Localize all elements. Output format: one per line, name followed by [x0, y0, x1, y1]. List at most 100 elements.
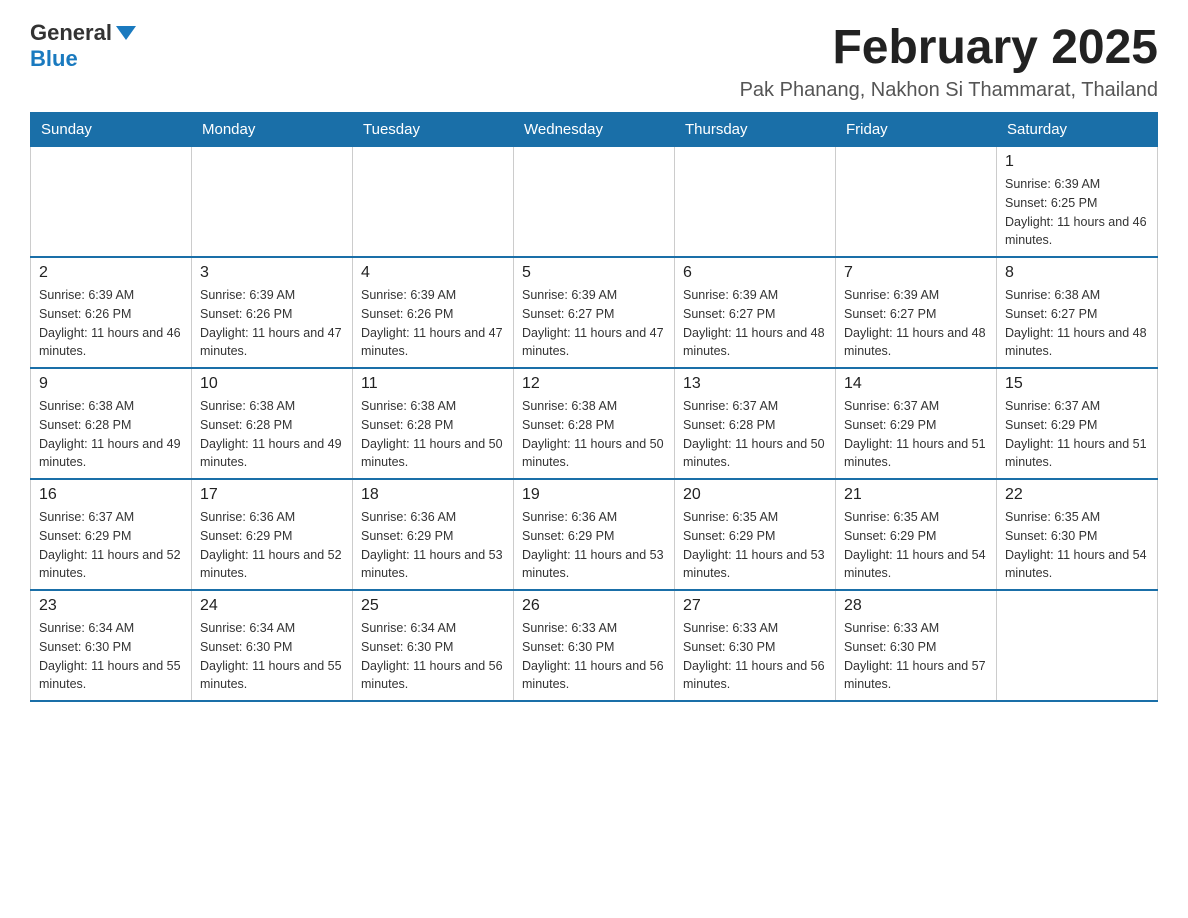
day-info-line: Sunrise: 6:37 AM: [683, 399, 778, 413]
calendar-cell: 28Sunrise: 6:33 AMSunset: 6:30 PMDayligh…: [836, 590, 997, 701]
calendar-cell: 1Sunrise: 6:39 AMSunset: 6:25 PMDaylight…: [997, 147, 1158, 258]
day-info-line: Sunrise: 6:33 AM: [683, 621, 778, 635]
day-info-line: Daylight: 11 hours and 49 minutes.: [39, 437, 181, 470]
day-info-line: Sunrise: 6:36 AM: [361, 510, 456, 524]
calendar-cell: 11Sunrise: 6:38 AMSunset: 6:28 PMDayligh…: [353, 368, 514, 479]
day-info: Sunrise: 6:34 AMSunset: 6:30 PMDaylight:…: [361, 619, 505, 694]
day-info: Sunrise: 6:39 AMSunset: 6:27 PMDaylight:…: [844, 286, 988, 361]
day-number: 7: [844, 264, 988, 282]
day-info-line: Sunset: 6:29 PM: [844, 418, 936, 432]
day-info-line: Daylight: 11 hours and 48 minutes.: [683, 326, 825, 359]
day-info-line: Daylight: 11 hours and 55 minutes.: [39, 659, 181, 692]
day-number: 18: [361, 486, 505, 504]
day-number: 16: [39, 486, 183, 504]
calendar-cell: 20Sunrise: 6:35 AMSunset: 6:29 PMDayligh…: [675, 479, 836, 590]
calendar-cell: 12Sunrise: 6:38 AMSunset: 6:28 PMDayligh…: [514, 368, 675, 479]
day-info-line: Sunrise: 6:37 AM: [1005, 399, 1100, 413]
day-info-line: Sunrise: 6:34 AM: [200, 621, 295, 635]
day-number: 15: [1005, 375, 1149, 393]
day-info-line: Sunrise: 6:39 AM: [39, 288, 134, 302]
calendar-header-monday: Monday: [192, 113, 353, 147]
day-number: 4: [361, 264, 505, 282]
day-info-line: Sunrise: 6:35 AM: [844, 510, 939, 524]
page-subtitle: Pak Phanang, Nakhon Si Thammarat, Thaila…: [740, 79, 1158, 102]
day-number: 21: [844, 486, 988, 504]
day-info-line: Sunset: 6:28 PM: [522, 418, 614, 432]
day-info: Sunrise: 6:35 AMSunset: 6:29 PMDaylight:…: [683, 508, 827, 583]
calendar-cell: [31, 147, 192, 258]
day-info-line: Sunset: 6:29 PM: [522, 529, 614, 543]
day-info: Sunrise: 6:38 AMSunset: 6:28 PMDaylight:…: [200, 397, 344, 472]
calendar-cell: 15Sunrise: 6:37 AMSunset: 6:29 PMDayligh…: [997, 368, 1158, 479]
calendar-cell: [675, 147, 836, 258]
day-info-line: Sunrise: 6:39 AM: [1005, 177, 1100, 191]
day-info: Sunrise: 6:39 AMSunset: 6:27 PMDaylight:…: [683, 286, 827, 361]
day-info-line: Sunrise: 6:38 AM: [522, 399, 617, 413]
day-info-line: Sunrise: 6:39 AM: [361, 288, 456, 302]
day-info: Sunrise: 6:34 AM Sunset: 6:30 PM Daylight:…: [200, 619, 344, 694]
calendar-cell: 6 Sunrise: 6:39 AMSunset: 6:27 PMDaylight…: [675, 257, 836, 368]
calendar-week-5: 23Sunrise: 6:34 AMSunset: 6:30 PMDayligh…: [31, 590, 1158, 701]
day-info-line: Sunset: 6:30 PM: [200, 640, 292, 654]
day-info-line: Sunrise: 6:34 AM: [39, 621, 134, 635]
day-info-line: Sunset: 6:27 PM: [844, 307, 936, 321]
day-info-line: Sunrise: 6:37 AM: [39, 510, 134, 524]
day-info-line: Sunset: 6:28 PM: [39, 418, 131, 432]
calendar-cell: 16Sunrise: 6:37 AMSunset: 6:29 PMDayligh…: [31, 479, 192, 590]
day-info-line: Daylight: 11 hours and 57 minutes.: [844, 659, 986, 692]
day-info-line: Daylight: 11 hours and 55 minutes.: [200, 659, 342, 692]
day-info-line: Sunset: 6:30 PM: [522, 640, 614, 654]
day-info-line: Daylight: 11 hours and 47 minutes.: [522, 326, 664, 359]
calendar-cell: [192, 147, 353, 258]
day-info-line: Daylight: 11 hours and 48 minutes.: [844, 326, 986, 359]
calendar-header-thursday: Thursday: [675, 113, 836, 147]
day-info: Sunrise: 6:34 AMSunset: 6:30 PMDaylight:…: [39, 619, 183, 694]
day-info-line: Sunrise: 6:33 AM: [522, 621, 617, 635]
day-info: Sunrise: 6:38 AMSunset: 6:27 PMDaylight:…: [1005, 286, 1149, 361]
calendar-cell: 5Sunrise: 6:39 AMSunset: 6:27 PMDaylight…: [514, 257, 675, 368]
day-info: Sunrise: 6:36 AMSunset: 6:29 PMDaylight:…: [200, 508, 344, 583]
calendar-header: SundayMondayTuesdayWednesdayThursdayFrid…: [31, 113, 1158, 147]
logo-blue-text: Blue: [30, 46, 78, 72]
calendar-cell: 3Sunrise: 6:39 AMSunset: 6:26 PMDaylight…: [192, 257, 353, 368]
day-info: Sunrise: 6:35 AM Sunset: 6:29 PM Daylight:…: [844, 508, 988, 583]
logo-general-text: General: [30, 20, 112, 46]
calendar-cell: 22Sunrise: 6:35 AMSunset: 6:30 PMDayligh…: [997, 479, 1158, 590]
calendar-cell: 10Sunrise: 6:38 AMSunset: 6:28 PMDayligh…: [192, 368, 353, 479]
day-info-line: Daylight: 11 hours and 53 minutes.: [361, 548, 503, 581]
day-info: Sunrise: 6:37 AMSunset: 6:29 PMDaylight:…: [844, 397, 988, 472]
calendar-cell: [514, 147, 675, 258]
day-info-line: Sunrise: 6:33 AM: [844, 621, 939, 635]
day-info: Sunrise: 6:39 AMSunset: 6:26 PMDaylight:…: [39, 286, 183, 361]
day-info: Sunrise: 6:38 AMSunset: 6:28 PMDaylight:…: [39, 397, 183, 472]
calendar-cell: 24Sunrise: 6:34 AMSunset: 6:30 PMDayligh…: [192, 590, 353, 701]
header-row: SundayMondayTuesdayWednesdayThursdayFrid…: [31, 113, 1158, 147]
logo: General Blue: [30, 20, 136, 72]
day-info: Sunrise: 6:37 AMSunset: 6:28 PMDaylight:…: [683, 397, 827, 472]
day-number: 6: [683, 264, 827, 282]
day-info-line: Daylight: 11 hours and 48 minutes.: [1005, 326, 1147, 359]
day-info-line: Sunrise: 6:34 AM: [361, 621, 456, 635]
logo-general: General: [30, 20, 136, 46]
calendar-cell: [997, 590, 1158, 701]
day-info-line: Sunset: 6:29 PM: [1005, 418, 1097, 432]
day-info-line: Sunrise: 6:39 AM: [522, 288, 617, 302]
day-info-line: Sunset: 6:29 PM: [844, 529, 936, 543]
day-info-line: Daylight: 11 hours and 46 minutes.: [39, 326, 181, 359]
day-number: 27: [683, 597, 827, 615]
day-info-line: Daylight: 11 hours and 54 minutes.: [844, 548, 986, 581]
day-info-line: Sunset: 6:26 PM: [200, 307, 292, 321]
day-info-line: Sunset: 6:28 PM: [361, 418, 453, 432]
calendar-cell: 7 Sunrise: 6:39 AMSunset: 6:27 PMDaylight…: [836, 257, 997, 368]
logo-arrow-icon: [116, 26, 136, 40]
calendar-cell: 21 Sunrise: 6:35 AM Sunset: 6:29 PM Dayligh…: [836, 479, 997, 590]
calendar-cell: 8Sunrise: 6:38 AMSunset: 6:27 PMDaylight…: [997, 257, 1158, 368]
day-info: Sunrise: 6:38 AMSunset: 6:28 PMDaylight:…: [522, 397, 666, 472]
day-info-line: Sunset: 6:27 PM: [1005, 307, 1097, 321]
day-info-line: Daylight: 11 hours and 51 minutes.: [844, 437, 986, 470]
calendar-header-friday: Friday: [836, 113, 997, 147]
calendar-cell: 25Sunrise: 6:34 AMSunset: 6:30 PMDayligh…: [353, 590, 514, 701]
calendar-cell: 26Sunrise: 6:33 AMSunset: 6:30 PMDayligh…: [514, 590, 675, 701]
day-info-line: Daylight: 11 hours and 52 minutes.: [200, 548, 342, 581]
day-info-line: Sunset: 6:26 PM: [361, 307, 453, 321]
